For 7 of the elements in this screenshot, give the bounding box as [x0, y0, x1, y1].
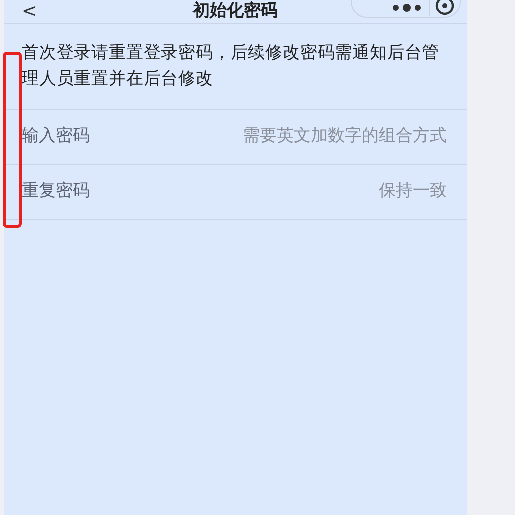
password-field[interactable]: 需要英文加数字的组合方式 — [90, 123, 449, 151]
back-button[interactable]: < — [22, 1, 38, 22]
notice-text: 首次登录请重置登录密码，后续修改密码需通知后台管理人员重置并在后台修改 — [4, 24, 467, 110]
page-title: 初始化密码 — [193, 1, 278, 22]
field-label: 输入密码 — [22, 125, 90, 148]
field-label: 重复密码 — [22, 180, 90, 204]
password-field[interactable]: 保持一致 — [90, 178, 449, 206]
